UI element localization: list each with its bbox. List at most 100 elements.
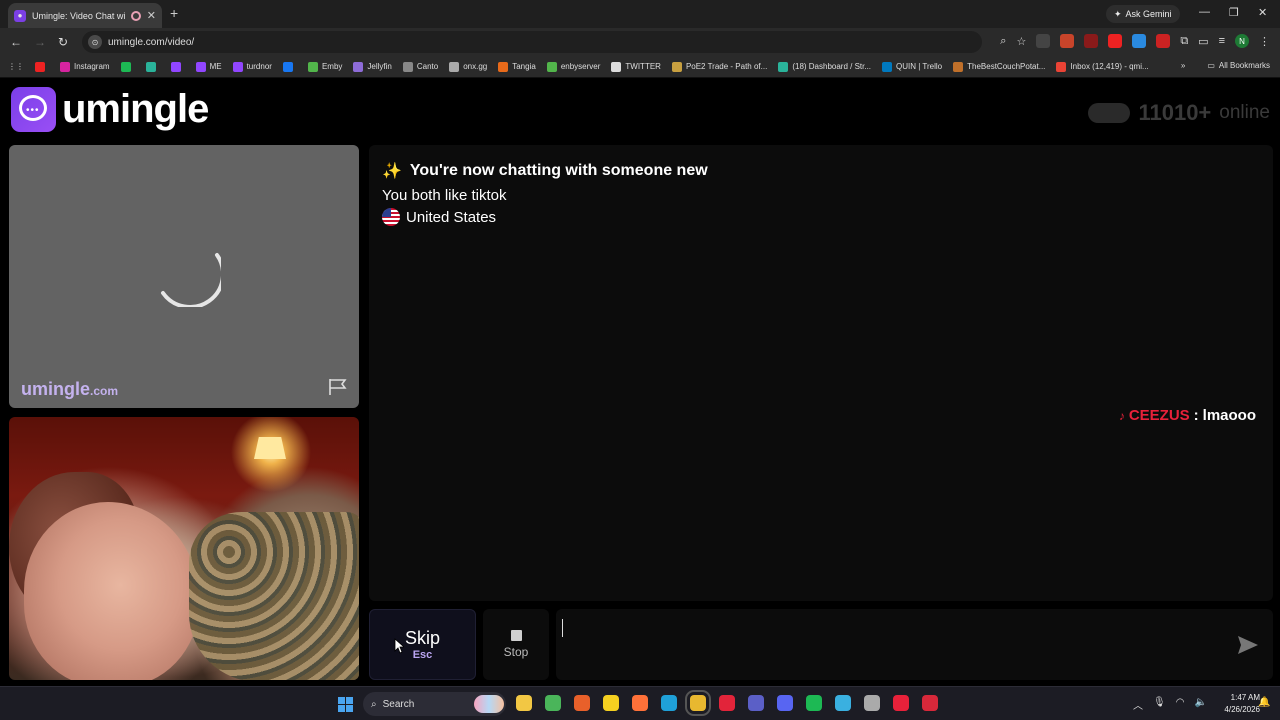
- toolbar-actions: ⌕ ☆ ⧉ ▭ ≡ N ⋮: [1000, 34, 1270, 48]
- address-bar[interactable]: ⊙ umingle.com/video/: [82, 31, 982, 53]
- stop-button[interactable]: Stop: [483, 609, 549, 680]
- discord-icon[interactable]: [777, 695, 793, 711]
- extensions-puzzle-icon[interactable]: ⧉: [1180, 35, 1188, 48]
- bookmark-favicon-icon: [145, 61, 156, 72]
- message-input[interactable]: [556, 609, 1273, 680]
- opera-icon[interactable]: [719, 695, 735, 711]
- close-tab-icon[interactable]: ✕: [147, 9, 156, 22]
- windows-start-icon[interactable]: [338, 697, 353, 712]
- online-indicator: 11010+ online: [1088, 100, 1270, 126]
- bookmark-item[interactable]: [145, 61, 160, 72]
- profile-avatar[interactable]: N: [1235, 34, 1249, 48]
- bookmark-favicon-icon: [402, 61, 413, 72]
- bookmark-item[interactable]: TheBestCouchPotat...: [953, 61, 1045, 72]
- bookmark-item[interactable]: Tangia: [498, 61, 536, 72]
- bookmark-item[interactable]: Instagram: [60, 61, 110, 72]
- taskbar-clock[interactable]: 1:47 AM 4/26/2026: [1210, 692, 1260, 716]
- all-bookmarks-button[interactable]: » ▭ All Bookmarks: [1181, 61, 1270, 70]
- app-orange-icon[interactable]: [574, 695, 590, 711]
- bookmark-favicon-icon: [449, 61, 460, 72]
- spotify-icon[interactable]: [806, 695, 822, 711]
- skip-button[interactable]: Skip Esc: [369, 609, 476, 680]
- chat-bubble-logo-icon: •••: [11, 87, 56, 132]
- firefox-icon[interactable]: [632, 695, 648, 711]
- reload-icon[interactable]: ↻: [58, 35, 68, 49]
- bookmark-item[interactable]: Emby: [307, 61, 342, 72]
- clock-icon[interactable]: [864, 695, 880, 711]
- apps-grid-icon[interactable]: ⋮⋮: [8, 62, 24, 71]
- wifi-icon[interactable]: ◠: [1176, 697, 1185, 712]
- bookmark-item[interactable]: turdnor: [232, 61, 272, 72]
- file-explorer-icon[interactable]: [516, 695, 532, 711]
- forward-icon[interactable]: →: [34, 35, 46, 49]
- bookmark-label: Tangia: [512, 62, 536, 71]
- zoom-icon[interactable]: ⌕: [1000, 35, 1006, 48]
- url-text: umingle.com/video/: [108, 36, 195, 48]
- tray-chevron-icon[interactable]: ︿: [1133, 697, 1143, 712]
- bookmark-favicon-icon: [60, 61, 70, 72]
- bookmark-favicon-icon: [671, 61, 682, 72]
- umingle-logo[interactable]: ••• umingle: [11, 87, 209, 132]
- side-panel-icon[interactable]: ▭: [1198, 35, 1208, 48]
- notification-bell-icon[interactable]: 🔔: [1258, 697, 1270, 708]
- close-window-icon[interactable]: ✕: [1258, 6, 1267, 19]
- bookmark-star-icon[interactable]: ☆: [1016, 35, 1026, 48]
- teams-icon[interactable]: [748, 695, 764, 711]
- sticky-notes-icon[interactable]: [603, 695, 619, 711]
- edge-icon[interactable]: [661, 695, 677, 711]
- media-player-icon[interactable]: [545, 695, 561, 711]
- send-icon[interactable]: [1237, 635, 1259, 655]
- extension-fox-icon[interactable]: [1060, 34, 1075, 48]
- bookmark-item[interactable]: [35, 61, 49, 72]
- extension-red-icon[interactable]: [1156, 34, 1171, 48]
- bookmark-item[interactable]: QUIN | Trello: [882, 61, 943, 72]
- bookmark-label: QUIN | Trello: [896, 62, 943, 71]
- extension-youtube-icon[interactable]: [1108, 34, 1123, 48]
- bookmark-item[interactable]: onx.gg: [449, 61, 487, 72]
- bookmark-item[interactable]: (18) Dashboard / Str...: [778, 61, 871, 72]
- bookmark-item[interactable]: Canto: [402, 61, 438, 72]
- notepad-icon[interactable]: [835, 695, 851, 711]
- stop-square-icon: [510, 630, 522, 641]
- volume-icon[interactable]: 🔈: [1194, 697, 1206, 712]
- bookmark-label: Jellyfin: [367, 62, 392, 71]
- person-face: [24, 502, 199, 680]
- bookmark-item[interactable]: enbyserver: [546, 61, 600, 72]
- bookmark-item[interactable]: [120, 61, 135, 72]
- taskbar-search[interactable]: ⌕ Search: [363, 692, 506, 716]
- app-red-icon[interactable]: [922, 695, 938, 711]
- bookmark-item[interactable]: ME: [195, 61, 222, 72]
- report-flag-icon[interactable]: [328, 378, 348, 396]
- bookmark-item[interactable]: [170, 61, 185, 72]
- bookmark-item[interactable]: TWITTER: [611, 61, 661, 72]
- extension-record-icon[interactable]: [1084, 34, 1099, 48]
- extension-k-icon[interactable]: [1036, 34, 1051, 48]
- ask-gemini-button[interactable]: ✦ Ask Gemini: [1106, 5, 1180, 23]
- bookmark-item[interactable]: PoE2 Trade - Path of...: [671, 61, 768, 72]
- bookmark-item[interactable]: Jellyfin: [353, 61, 392, 72]
- system-tray: ︿ 🎙 ◠ 🔈: [1133, 697, 1207, 712]
- chrome-icon[interactable]: [685, 690, 711, 716]
- new-tab-button[interactable]: +: [170, 5, 178, 21]
- bookmark-favicon-icon: [611, 61, 622, 72]
- chat-log: ✨ You're now chatting with someone new Y…: [369, 145, 1273, 601]
- site-info-icon[interactable]: ⊙: [88, 35, 102, 49]
- tiktok-app-icon[interactable]: [893, 695, 909, 711]
- skip-label: Skip: [404, 628, 440, 648]
- more-bookmarks-chevron-icon[interactable]: »: [1181, 61, 1185, 70]
- chrome-menu-icon[interactable]: ⋮: [1259, 35, 1270, 48]
- microphone-icon[interactable]: 🎙: [1153, 697, 1166, 712]
- bookmark-label: ME: [209, 62, 222, 71]
- restore-icon[interactable]: ❐: [1229, 6, 1239, 19]
- theme-toggle[interactable]: [1088, 103, 1131, 123]
- bookmark-label: PoE2 Trade - Path of...: [685, 62, 768, 71]
- extension-translate-icon[interactable]: [1132, 34, 1147, 48]
- stream-chat-overlay: ♪ CEEZUS: lmaooo: [1119, 407, 1256, 424]
- minimize-icon[interactable]: —: [1199, 6, 1210, 18]
- bookmark-item[interactable]: Inbox (12,419) - qmi...: [1056, 61, 1149, 72]
- text-caret: [562, 619, 563, 637]
- browser-tab[interactable]: ● Umingle: Video Chat with S ✕: [8, 3, 162, 28]
- media-controls-icon[interactable]: ≡: [1219, 35, 1225, 47]
- back-icon[interactable]: ←: [10, 35, 22, 49]
- bookmark-item[interactable]: [282, 61, 297, 72]
